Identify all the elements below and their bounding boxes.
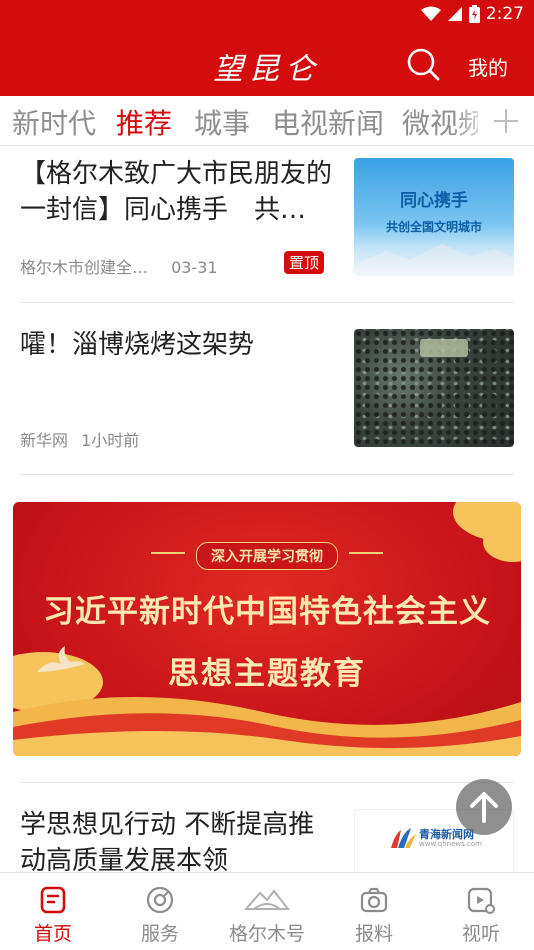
channel-tabs: 新时代 推荐 城事 电视新闻 微视频 bbox=[0, 96, 534, 146]
app-screen: 2:27 望昆仑 我的 新时代 推荐 城事 电视新闻 微视频 【格尔木致广大市民… bbox=[0, 0, 534, 950]
news-thumbnail bbox=[354, 329, 514, 447]
thumb-headline: 同心携手 bbox=[400, 191, 468, 211]
tab-xinshidai[interactable]: 新时代 bbox=[12, 102, 96, 142]
nav-service[interactable]: 服务 bbox=[107, 873, 213, 950]
qhnews-logo-icon bbox=[391, 828, 416, 848]
bottom-navigation: 首页 服务 格尔木号 报料 视听 bbox=[0, 872, 534, 950]
mine-button[interactable]: 我的 bbox=[468, 52, 508, 81]
camera-icon bbox=[360, 887, 388, 913]
thumb-subline: www.qhnews.com bbox=[419, 840, 482, 848]
news-thumbnail: 同心携手 共创全国文明城市 bbox=[354, 158, 514, 276]
mountain-icon bbox=[244, 889, 290, 910]
status-bar: 2:27 bbox=[0, 0, 534, 30]
news-title: 学思想见行动 不断提高推动高质量发展本领 bbox=[20, 810, 315, 876]
nav-label: 首页 bbox=[33, 923, 72, 945]
nav-home[interactable]: 首页 bbox=[0, 873, 106, 950]
news-item[interactable]: 嚯！淄博烧烤这架势 新华网 1小时前 bbox=[20, 303, 514, 475]
news-time: 03-31 bbox=[171, 258, 218, 277]
compass-icon bbox=[146, 886, 174, 914]
mountain-graphic bbox=[354, 243, 514, 276]
back-to-top-button[interactable] bbox=[456, 779, 512, 835]
nav-shiting[interactable]: 视听 bbox=[428, 873, 534, 950]
nav-geermu-hao[interactable]: 格尔木号 bbox=[214, 873, 320, 950]
tab-chengshi[interactable]: 城事 bbox=[194, 102, 250, 142]
video-music-icon bbox=[467, 887, 495, 914]
signal-icon bbox=[447, 7, 462, 21]
banner-title-line1: 习近平新时代中国特色社会主义 bbox=[43, 594, 491, 630]
theme-education-banner[interactable]: 深入开展学习贯彻 习近平新时代中国特色社会主义 思想主题教育 bbox=[13, 502, 521, 756]
banner-title-line2: 思想主题教育 bbox=[168, 656, 366, 692]
nav-label: 服务 bbox=[140, 923, 179, 945]
nav-label: 格尔木号 bbox=[228, 923, 305, 945]
news-meta: 格尔木市创建全… 03-31 bbox=[20, 254, 236, 278]
news-item[interactable]: 学思想见行动 不断提高推动高质量发展本领 青海新闻网 www.qhnews.co… bbox=[20, 782, 514, 927]
dove-icon bbox=[37, 646, 85, 672]
news-title: 【格尔木致广大市民朋友的一封信】同心携手 共… bbox=[20, 159, 333, 225]
arrow-up-icon bbox=[470, 792, 498, 823]
news-meta: 新华网 1小时前 bbox=[20, 427, 157, 451]
news-title: 嚯！淄博烧烤这架势 bbox=[20, 330, 255, 360]
app-title: 望昆仑 bbox=[213, 52, 321, 87]
wifi-icon bbox=[420, 6, 441, 21]
news-time: 1小时前 bbox=[81, 431, 140, 450]
status-icons: 2:27 bbox=[420, 4, 524, 24]
pinned-badge: 置顶 bbox=[284, 251, 325, 274]
nav-label: 视听 bbox=[461, 923, 500, 945]
home-doc-icon bbox=[40, 886, 66, 914]
thumb-subline: 共创全国文明城市 bbox=[385, 220, 482, 234]
news-source: 新华网 bbox=[20, 431, 69, 450]
search-button[interactable] bbox=[405, 46, 445, 86]
tent-graphic bbox=[420, 339, 468, 357]
tab-dianshi-xinwen[interactable]: 电视新闻 bbox=[272, 102, 384, 142]
status-time: 2:27 bbox=[485, 4, 524, 24]
nav-label: 报料 bbox=[354, 923, 393, 945]
news-source: 格尔木市创建全… bbox=[20, 258, 149, 277]
banner-subtitle: 深入开展学习贯彻 bbox=[196, 542, 338, 570]
add-channel-button[interactable] bbox=[478, 96, 534, 145]
app-header: 2:27 望昆仑 我的 bbox=[0, 0, 534, 96]
search-icon bbox=[407, 48, 440, 81]
nav-baoliao[interactable]: 报料 bbox=[321, 873, 427, 950]
tab-tuijian[interactable]: 推荐 bbox=[116, 102, 172, 142]
battery-icon bbox=[468, 5, 480, 23]
ribbon-wave bbox=[13, 697, 521, 756]
news-item[interactable]: 【格尔木致广大市民朋友的一封信】同心携手 共… 格尔木市创建全… 03-31 置… bbox=[20, 148, 514, 303]
